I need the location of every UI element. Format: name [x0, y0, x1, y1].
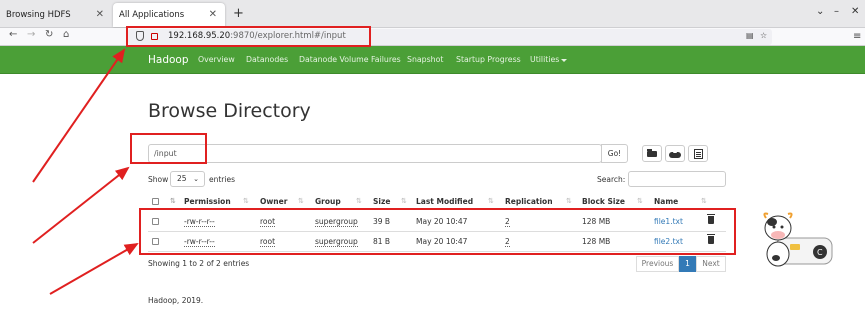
arrow-to-path — [32, 166, 130, 244]
svg-text:C: C — [817, 248, 823, 257]
arrow-to-url — [32, 48, 126, 183]
cow-mascot-image: C — [763, 212, 833, 267]
annotation-arrows — [32, 48, 139, 295]
arrow-to-files — [49, 243, 139, 295]
